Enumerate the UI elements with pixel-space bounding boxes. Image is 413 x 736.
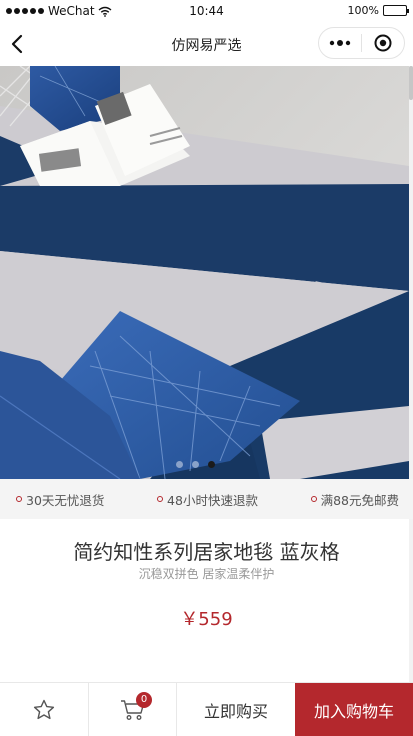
- close-button[interactable]: [362, 28, 404, 58]
- bullet-ring-icon: [157, 496, 164, 502]
- add-to-cart-button[interactable]: 加入购物车: [295, 683, 413, 736]
- bottom-action-bar: 0 立即购买 加入购物车: [0, 682, 413, 736]
- buy-now-button[interactable]: 立即购买: [177, 683, 295, 736]
- service-guarantees: 30天无忧退货 48小时快速退款 满88元免邮费: [0, 479, 413, 519]
- product-image-carousel[interactable]: [0, 66, 409, 479]
- product-photo: [0, 66, 409, 479]
- status-bar: WeChat 10:44 100%: [0, 0, 413, 22]
- service-item: 48小时快速退款: [157, 490, 258, 509]
- service-label: 30天无忧退货: [26, 492, 105, 508]
- star-outline-icon: [33, 699, 55, 719]
- target-circle-icon: [374, 34, 392, 52]
- carousel-dot-active[interactable]: [208, 461, 215, 468]
- carousel-indicators: [176, 461, 215, 468]
- product-title: 简约知性系列居家地毯 蓝灰格: [73, 540, 340, 564]
- battery-status: 100%: [347, 4, 409, 17]
- scrollbar-thumb[interactable]: [409, 66, 413, 100]
- service-label: 满88元免邮费: [320, 492, 399, 508]
- battery-percent: 100%: [347, 4, 379, 17]
- mini-program-capsule: [318, 27, 405, 59]
- more-dots-icon: [329, 40, 351, 46]
- service-item: 满88元免邮费: [310, 490, 399, 509]
- favorite-button[interactable]: [0, 683, 89, 736]
- page-scrollbar[interactable]: [409, 66, 413, 686]
- product-subtitle: 沉稳双拼色 居家温柔伴护: [138, 567, 275, 581]
- navigation-bar: 仿网易严选: [0, 22, 413, 66]
- product-price: ￥559: [180, 609, 233, 630]
- cart-button[interactable]: 0: [89, 683, 177, 736]
- service-label: 48小时快速退款: [167, 492, 258, 508]
- more-button[interactable]: [319, 28, 361, 58]
- bullet-ring-icon: [16, 496, 22, 502]
- cart-count-badge: 0: [136, 692, 152, 708]
- service-item: 30天无忧退货: [16, 490, 104, 509]
- carousel-dot[interactable]: [176, 461, 183, 468]
- bullet-ring-icon: [310, 496, 317, 502]
- battery-icon: [383, 5, 409, 16]
- carousel-dot[interactable]: [192, 461, 199, 468]
